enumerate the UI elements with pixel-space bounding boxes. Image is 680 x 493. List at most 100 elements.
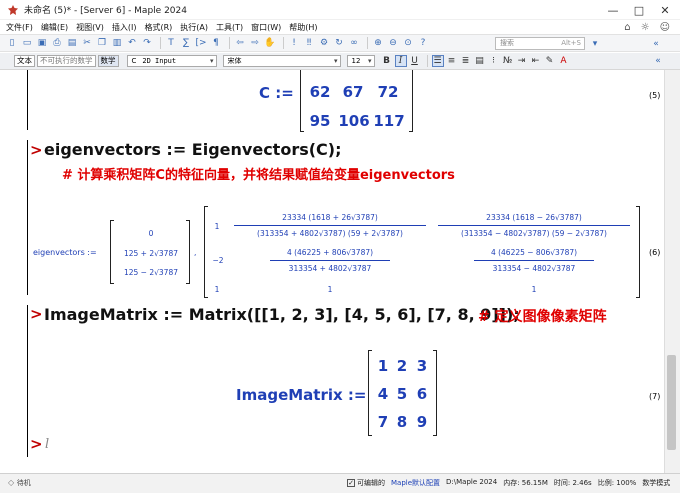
menu-view[interactable]: 视图(V) [76, 22, 104, 33]
bullet-list-icon[interactable]: ⁝ [488, 55, 500, 67]
stop-icon[interactable]: ✋ [264, 37, 276, 49]
indent-icon[interactable]: ⇥ [516, 55, 528, 67]
zoom-reset-icon[interactable]: ⊙ [402, 37, 414, 49]
status-icon: ◇ [8, 478, 17, 487]
input-prompt[interactable]: > [30, 305, 43, 323]
c-matrix-right-bracket [409, 70, 413, 132]
status-bar: ◇ 待机 ✓ 可编辑的 Maple默认配置 D:\Maple 2024 内存: 5… [0, 473, 680, 493]
group-bracket[interactable] [27, 435, 28, 457]
insert-text-icon[interactable]: T [165, 37, 177, 49]
style-select[interactable]: C 2D Input ▾ [126, 55, 217, 67]
input-prompt[interactable]: > [30, 435, 43, 453]
hyperlink-icon[interactable]: ∞ [348, 37, 360, 49]
account-icon[interactable]: ☺ [660, 22, 670, 33]
search-dropdown-icon[interactable]: ▾ [589, 38, 601, 50]
input-prompt[interactable]: > [30, 141, 43, 159]
image-cell: 8 [396, 413, 408, 431]
eigen-cell-numerator: 23334 (1618 − 26√3787) [486, 213, 582, 222]
menu-evaluate[interactable]: 执行(A) [180, 22, 208, 33]
menu-tools[interactable]: 工具(T) [216, 22, 243, 33]
collapse-toolbar-icon[interactable]: « [650, 38, 662, 50]
justify-icon[interactable]: ▤ [474, 55, 486, 67]
menu-help[interactable]: 帮助(H) [289, 22, 317, 33]
eigen-cell-numerator: 23334 (1618 + 26√3787) [282, 213, 378, 222]
print-preview-icon[interactable]: ▤ [66, 37, 78, 49]
image-input[interactable]: ImageMatrix := Matrix([[1, 2, 3], [4, 5,… [44, 305, 520, 324]
search-input[interactable]: 搜索 Alt+S [495, 37, 585, 50]
eigen-input[interactable]: eigenvectors := Eigenvectors(C); [44, 140, 342, 159]
debug-icon[interactable]: ⚙ [318, 37, 330, 49]
nonexec-math-button[interactable]: 不可执行的数学 [37, 55, 96, 67]
italic-button[interactable]: I [394, 55, 407, 67]
help-icon[interactable]: ? [417, 37, 429, 49]
scrollbar-thumb[interactable] [667, 355, 676, 450]
highlight-icon[interactable]: ✎ [544, 55, 556, 67]
menu-edit[interactable]: 编辑(E) [41, 22, 68, 33]
group-bracket[interactable] [27, 305, 28, 440]
size-value: 12 [351, 57, 361, 65]
search-shortcut: Alt+S [561, 39, 581, 47]
redo-icon[interactable]: ↷ [141, 37, 153, 49]
font-select[interactable]: 宋体 ▾ [222, 55, 341, 67]
equation-label: (6) [649, 248, 661, 257]
format-bar: 文本 不可执行的数学 数学 C 2D Input ▾ 宋体 ▾ 12 ▾ B I … [0, 53, 680, 70]
settings-link[interactable]: Maple默认配置 [391, 478, 440, 488]
numbered-list-icon[interactable]: № [502, 55, 514, 67]
back-icon[interactable]: ⇦ [234, 37, 246, 49]
equation-label: (7) [649, 392, 661, 401]
text-cursor[interactable]: l [45, 437, 49, 452]
text-color-icon[interactable]: A [558, 55, 570, 67]
align-left-icon[interactable]: ☰ [431, 55, 444, 67]
zoom-in-icon[interactable]: ⊕ [372, 37, 384, 49]
undo-icon[interactable]: ↶ [126, 37, 138, 49]
minimize-button[interactable]: — [600, 0, 626, 20]
bold-button[interactable]: B [381, 55, 393, 67]
execute-all-icon[interactable]: ‼ [303, 37, 315, 49]
math-mode-button[interactable]: 数学 [97, 55, 119, 67]
paste-icon[interactable]: ▥ [111, 37, 123, 49]
new-icon[interactable]: ▯ [6, 37, 18, 49]
size-select[interactable]: 12 ▾ [346, 55, 375, 67]
group-bracket[interactable] [27, 140, 28, 295]
eigen-cell: −2 [212, 256, 224, 265]
menu-format[interactable]: 格式(R) [144, 22, 172, 33]
group-bracket[interactable] [27, 70, 28, 130]
editable-checkbox[interactable]: ✓ 可编辑的 [347, 478, 385, 488]
close-button[interactable]: ✕ [652, 0, 678, 20]
align-center-icon[interactable]: ≡ [446, 55, 458, 67]
bulb-icon[interactable]: ☼ [641, 22, 650, 33]
print-icon[interactable]: ⎙ [51, 37, 63, 49]
menu-insert[interactable]: 插入(I) [112, 22, 137, 33]
copy-icon[interactable]: ❐ [96, 37, 108, 49]
eigen-cell: 1 [531, 285, 537, 294]
collapse-formatbar-icon[interactable]: « [652, 55, 664, 67]
execution-group-icon[interactable]: [> [195, 37, 207, 49]
forward-icon[interactable]: ⇨ [249, 37, 261, 49]
maple-leaf-icon [6, 3, 20, 17]
open-icon[interactable]: ▭ [21, 37, 33, 49]
underline-button[interactable]: U [409, 55, 421, 67]
fraction-bar [474, 260, 594, 261]
menu-window[interactable]: 窗口(W) [251, 22, 281, 33]
font-value: 宋体 [227, 57, 242, 65]
restart-icon[interactable]: ↻ [333, 37, 345, 49]
outdent-icon[interactable]: ⇤ [530, 55, 542, 67]
image-comment[interactable]: # 定义图像像素矩阵 [478, 306, 607, 326]
status-zoom: 比例: 100% [597, 479, 637, 487]
eigen-comment[interactable]: # 计算乘积矩阵C的特征向量，并将结果赋值给变量eigenvectors [62, 164, 455, 183]
maximize-button[interactable]: □ [626, 0, 652, 20]
c-matrix-left-bracket [300, 70, 304, 132]
eigen-cell-numerator: 4 (46225 + 806√3787) [286, 248, 374, 257]
eigen-cell-numerator: 4 (46225 − 806√3787) [490, 248, 578, 257]
image-cell: 2 [396, 357, 408, 375]
text-mode-button[interactable]: 文本 [14, 55, 35, 67]
menu-file[interactable]: 文件(F) [6, 22, 33, 33]
home-icon[interactable]: ⌂ [624, 22, 630, 33]
save-icon[interactable]: ▣ [36, 37, 48, 49]
insert-math-icon[interactable]: ∑ [180, 37, 192, 49]
align-right-icon[interactable]: ≣ [460, 55, 472, 67]
execute-icon[interactable]: ! [288, 37, 300, 49]
paragraph-icon[interactable]: ¶ [210, 37, 222, 49]
zoom-out-icon[interactable]: ⊖ [387, 37, 399, 49]
cut-icon[interactable]: ✂ [81, 37, 93, 49]
